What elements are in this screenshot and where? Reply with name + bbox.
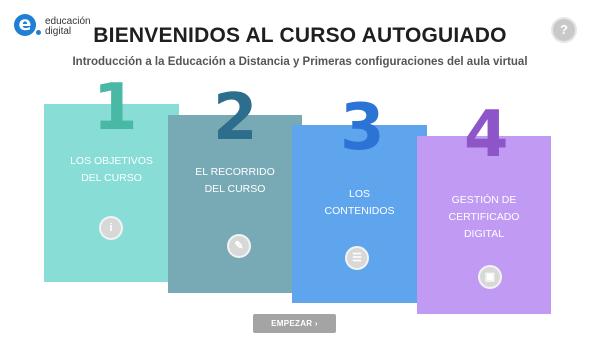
start-button[interactable]: EMPEZAR › <box>253 314 336 333</box>
pin-icon[interactable]: ✎ <box>227 234 251 258</box>
image-icon[interactable]: ▣ <box>478 265 502 289</box>
card-number-4: 4 <box>464 98 509 172</box>
card-label: GESTIÓN DE CERTIFICADO DIGITAL <box>448 194 520 240</box>
info-icon[interactable]: i <box>99 216 123 240</box>
card-label: EL RECORRIDO DEL CURSO <box>195 166 275 195</box>
card-number-3: 3 <box>340 91 385 165</box>
list-icon[interactable]: ☰ <box>345 246 369 270</box>
card-label: LOS CONTENIDOS <box>324 188 395 217</box>
card-label: LOS OBJETIVOS DEL CURSO <box>70 155 153 184</box>
card-number-1: 1 <box>93 71 138 145</box>
page-title: BIENVENIDOS AL CURSO AUTOGUIADO <box>93 24 507 47</box>
card-number-2: 2 <box>213 81 258 155</box>
page-subtitle: Introducción a la Educación a Distancia … <box>72 56 528 68</box>
